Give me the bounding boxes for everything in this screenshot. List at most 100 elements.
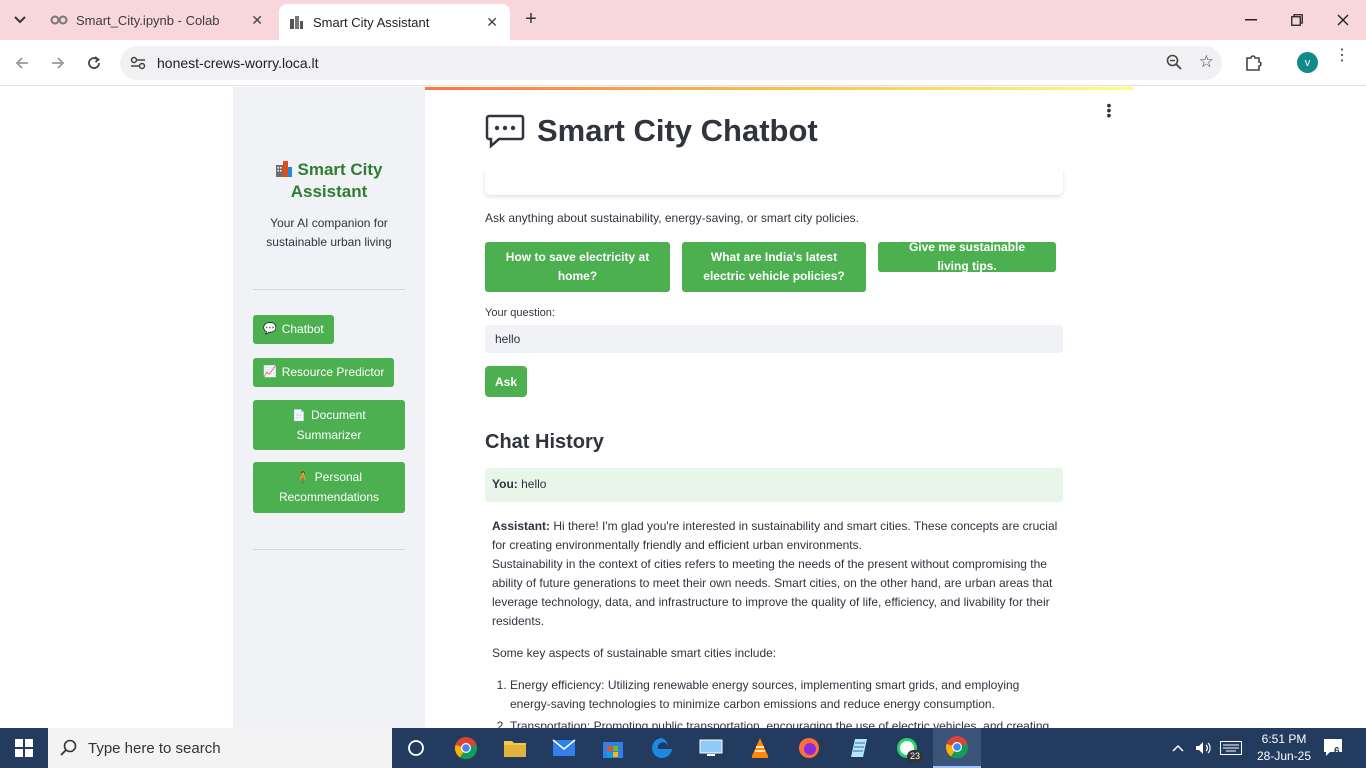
forward-button[interactable] <box>45 50 71 76</box>
nav-personal-recommendations-label: Personal Recommendations <box>278 470 380 504</box>
person-icon: 🧍 <box>295 472 310 484</box>
address-bar[interactable]: honest-crews-worry.loca.lt ☆ <box>120 46 1222 80</box>
task-view-button[interactable] <box>392 728 440 768</box>
clock[interactable]: 6:51 PM 28-Jun-25 <box>1252 731 1316 765</box>
nav-document-summarizer-button[interactable]: 📄 Document Summarizer <box>253 400 405 450</box>
browser-tab-bar: Smart_City.ipynb - Colab ✕ Smart City As… <box>0 0 1366 40</box>
extensions-puzzle-icon[interactable] <box>1244 52 1264 77</box>
taskbar-file-explorer[interactable] <box>491 728 539 768</box>
show-hidden-icons[interactable] <box>1172 728 1184 768</box>
taskbar-whatsapp[interactable]: 23 <box>883 728 931 768</box>
tab-title: Smart_City.ipynb - Colab <box>76 12 220 28</box>
zoom-icon[interactable] <box>1166 54 1182 75</box>
chevron-down-icon <box>14 16 26 24</box>
tab-title: Smart City Assistant <box>313 14 430 30</box>
taskbar-store[interactable] <box>589 728 637 768</box>
store-icon <box>603 742 623 758</box>
streamlit-icon <box>287 13 305 31</box>
new-tab-button[interactable]: + <box>520 9 542 31</box>
suggestion-button-living-tips[interactable]: Give me sustainable living tips. <box>878 240 1056 273</box>
taskbar-desktop-app[interactable] <box>687 728 735 768</box>
list-item: Energy efficiency: Utilizing renewable e… <box>510 676 1058 714</box>
edge-icon <box>652 738 672 758</box>
close-icon[interactable]: ✕ <box>486 14 498 31</box>
restore-button[interactable] <box>1274 0 1320 40</box>
taskbar-search[interactable]: Type here to search <box>48 728 392 768</box>
chevron-up-icon <box>1172 744 1184 752</box>
sidebar-subtitle: Your AI companion for sustainable urban … <box>266 216 392 249</box>
task-view-icon <box>408 740 424 756</box>
close-icon <box>1337 14 1349 26</box>
question-input[interactable] <box>485 325 1063 353</box>
speaker-icon <box>1196 742 1211 754</box>
windows-taskbar: Type here to search 23 6:51 PM 28-Jun-25… <box>0 728 1366 768</box>
nav-chatbot-button[interactable]: 💬 Chatbot <box>253 315 334 344</box>
colab-icon <box>50 11 68 29</box>
close-window-button[interactable] <box>1320 0 1366 40</box>
embedded-frame <box>485 170 1063 195</box>
taskbar-chrome-profile[interactable] <box>933 728 981 768</box>
profile-avatar[interactable]: v <box>1297 52 1318 73</box>
firefox-icon <box>799 738 819 758</box>
suggestion-button-electricity[interactable]: How to save electricity at home? <box>485 242 670 292</box>
keyboard-button[interactable] <box>1220 728 1242 768</box>
list-item: Transportation: Promoting public transpo… <box>510 717 1058 728</box>
minimize-icon <box>1245 19 1257 21</box>
taskbar-chrome[interactable] <box>442 728 490 768</box>
taskbar-firefox[interactable] <box>785 728 833 768</box>
taskbar-mail[interactable] <box>540 728 588 768</box>
tab-smart-city-assistant[interactable]: Smart City Assistant ✕ <box>279 4 510 40</box>
close-icon[interactable]: ✕ <box>251 12 263 29</box>
nav-chatbot-label: Chatbot <box>281 322 324 336</box>
url-text[interactable]: honest-crews-worry.loca.lt <box>157 55 319 71</box>
sidebar-title: Smart City Assistant <box>253 159 405 203</box>
assistant-intro-text: Hi there! I'm glad you're interested in … <box>492 519 1058 552</box>
page-title: Smart City Chatbot <box>485 111 818 151</box>
page-title-text: Smart City Chatbot <box>537 113 818 148</box>
action-center-button[interactable]: 6 <box>1322 736 1344 763</box>
user-label: You: <box>492 477 518 491</box>
nav-document-summarizer-content: 📄 Document Summarizer <box>263 406 395 445</box>
volume-button[interactable] <box>1195 728 1213 768</box>
browser-menu-icon[interactable]: ⋮ <box>1334 48 1350 64</box>
ask-button[interactable]: Ask <box>485 366 527 397</box>
app-menu-icon[interactable]: • • • <box>1104 98 1114 122</box>
reload-button[interactable] <box>81 50 107 76</box>
taskbar-edge[interactable] <box>638 728 686 768</box>
notification-count: 6 <box>1334 746 1340 757</box>
arrow-right-icon <box>52 57 65 69</box>
nav-personal-recommendations-content: 🧍 Personal Recommendations <box>263 468 395 507</box>
bookmark-star-icon[interactable]: ☆ <box>1199 52 1214 72</box>
suggestion-button-ev-policies[interactable]: What are India's latest electric vehicle… <box>682 242 866 292</box>
page-icon: 📄 <box>292 409 306 422</box>
sidebar-divider <box>253 549 405 550</box>
sidebar-title-text: Smart City Assistant <box>290 160 383 201</box>
notepad-icon <box>851 739 867 757</box>
sidebar-divider <box>253 289 405 290</box>
minimize-button[interactable] <box>1228 0 1274 40</box>
chrome-icon <box>454 737 478 760</box>
start-button[interactable] <box>0 728 48 768</box>
reload-icon <box>88 56 100 69</box>
mail-icon <box>552 739 576 756</box>
assistant-paragraph: Some key aspects of sustainable smart ci… <box>492 646 777 660</box>
assistant-paragraph: Sustainability in the context of cities … <box>492 557 1053 628</box>
chart-increasing-icon: 📈 <box>263 366 277 378</box>
taskbar-vlc[interactable] <box>736 728 784 768</box>
nav-personal-recommendations-button[interactable]: 🧍 Personal Recommendations <box>253 462 405 513</box>
folder-icon <box>504 741 526 757</box>
windows-logo-icon <box>15 739 33 757</box>
assistant-list: Energy efficiency: Utilizing renewable e… <box>492 676 1058 728</box>
search-icon <box>60 739 77 756</box>
nav-resource-predictor-button[interactable]: 📈 Resource Predictor <box>253 358 395 387</box>
whatsapp-badge: 23 <box>907 750 924 763</box>
notification-icon <box>1324 739 1342 756</box>
user-message-text: hello <box>521 477 547 491</box>
site-settings-icon[interactable] <box>128 53 148 73</box>
taskbar-notepad[interactable] <box>834 728 882 768</box>
tab-colab[interactable]: Smart_City.ipynb - Colab ✕ <box>40 0 275 40</box>
assistant-intro-block: Assistant: Hi there! I'm glad you're int… <box>492 517 1058 555</box>
user-message: You: hello <box>485 468 1063 502</box>
back-button[interactable] <box>9 50 35 76</box>
tab-search-button[interactable] <box>6 8 34 32</box>
